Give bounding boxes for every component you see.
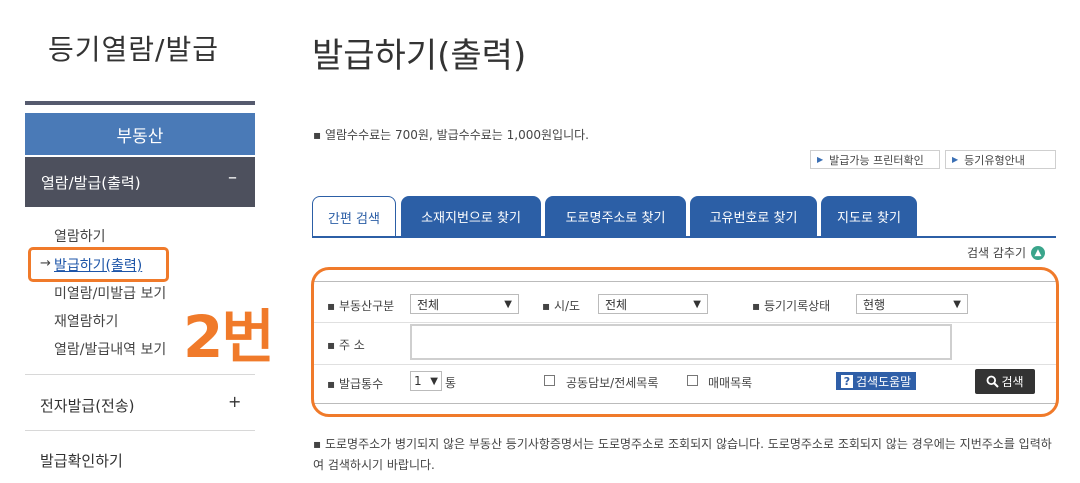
- highlight-box: [28, 247, 169, 282]
- sidebar-separator: [25, 374, 255, 375]
- sidebar-subitem-history[interactable]: 열람/발급내역 보기: [54, 339, 166, 359]
- registry-type-label: 등기유형안내: [964, 153, 1025, 167]
- tab-lot-number[interactable]: 소재지번으로 찾기: [401, 196, 541, 236]
- road-address-note: ▪ 도로명주소가 병기되지 않은 부동산 등기사항증명서는 도로명주소로 조회되…: [313, 437, 1052, 472]
- chevron-up-icon: ▲: [1031, 245, 1046, 260]
- registry-type-button[interactable]: ▶ 등기유형안내: [945, 150, 1056, 169]
- sidebar-subitem-view[interactable]: 열람하기: [54, 226, 106, 246]
- collapse-icon[interactable]: –: [228, 167, 237, 188]
- sidebar-subitem-review[interactable]: 재열람하기: [54, 311, 118, 331]
- annotation-label: 2번: [183, 303, 275, 371]
- expand-icon[interactable]: +: [228, 392, 241, 411]
- tab-underline: [312, 236, 1056, 238]
- sidebar-subitem-unviewed[interactable]: 미열람/미발급 보기: [54, 283, 166, 303]
- sidebar-divider: [25, 101, 255, 105]
- page-title: 발급하기(출력): [312, 36, 527, 76]
- tab-simple-search[interactable]: 간편 검색: [312, 196, 396, 237]
- tab-road-address[interactable]: 도로명주소로 찾기: [545, 196, 686, 236]
- triangle-right-icon: ▶: [817, 155, 824, 164]
- printer-check-button[interactable]: ▶ 발급가능 프린터확인: [810, 150, 940, 169]
- hide-search-toggle[interactable]: 검색 감추기 ▲: [967, 244, 1046, 261]
- fee-info: ▪ 열람수수료는 700원, 발급수수료는 1,000원입니다.: [313, 128, 589, 142]
- sidebar-section-label: 열람/발급(출력): [41, 174, 141, 192]
- printer-check-label: 발급가능 프린터확인: [829, 153, 924, 167]
- sidebar-title: 등기열람/발급: [48, 33, 219, 66]
- sidebar-item-electronic[interactable]: 전자발급(전송): [40, 395, 135, 416]
- sidebar-separator: [25, 430, 255, 431]
- triangle-right-icon: ▶: [952, 155, 959, 164]
- tab-unique-number[interactable]: 고유번호로 찾기: [690, 196, 817, 236]
- hide-search-label: 검색 감추기: [967, 246, 1027, 260]
- sidebar-section-view-issue[interactable]: 열람/발급(출력) –: [25, 157, 255, 207]
- sidebar-category-realestate[interactable]: 부동산: [25, 113, 255, 155]
- sidebar-item-confirm[interactable]: 발급확인하기: [40, 450, 123, 471]
- tab-map[interactable]: 지도로 찾기: [821, 196, 917, 236]
- highlight-box: [311, 267, 1059, 417]
